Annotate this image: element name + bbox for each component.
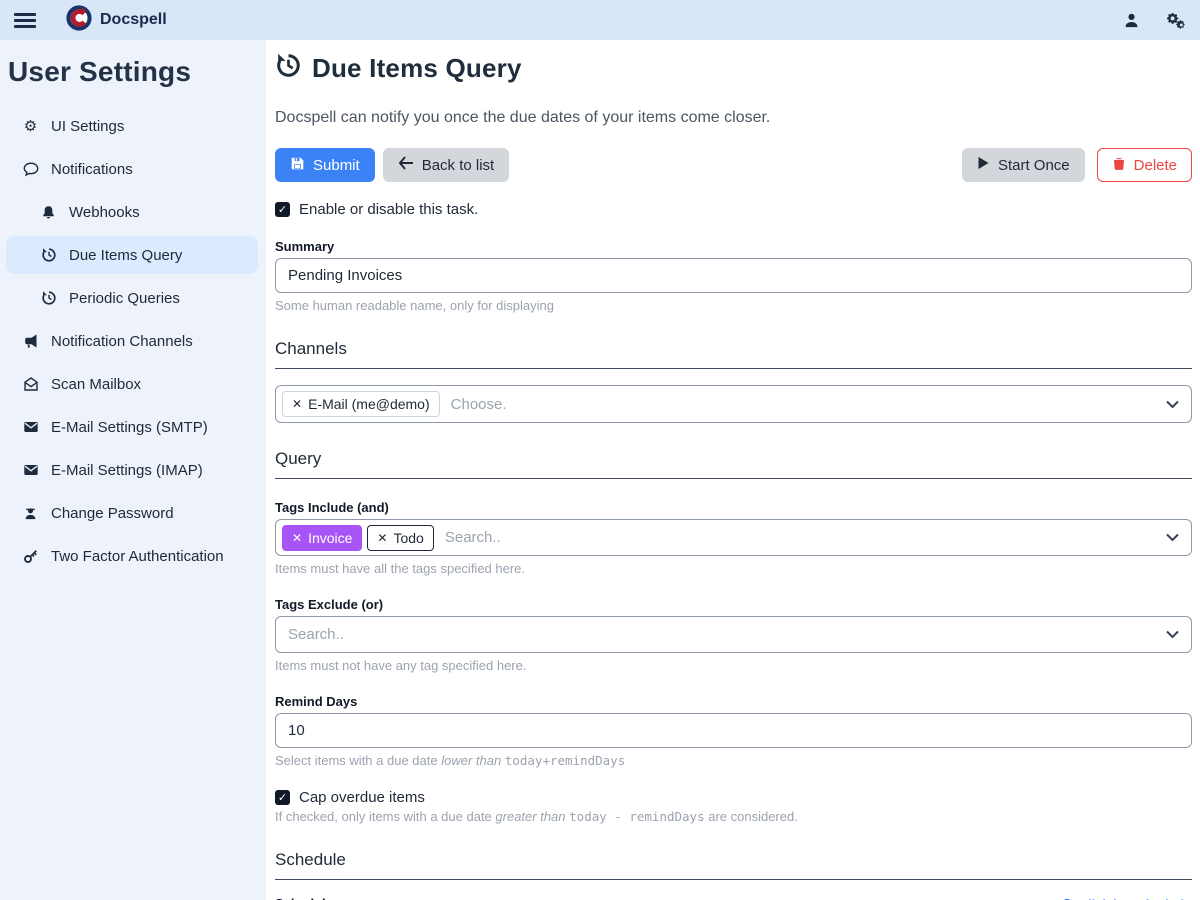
query-header: Query xyxy=(275,449,1192,479)
brand-name: Docspell xyxy=(100,11,167,29)
tags-exclude-placeholder: Search.. xyxy=(288,626,344,643)
bullhorn-icon xyxy=(22,333,39,350)
comment-icon xyxy=(22,161,39,178)
remove-chip-icon[interactable]: ✕ xyxy=(292,531,302,545)
bell-icon xyxy=(40,204,57,221)
enable-task-label: Enable or disable this task. xyxy=(299,201,478,218)
schedule-header: Schedule xyxy=(275,850,1192,880)
schedule-label: Schedule xyxy=(275,896,333,900)
play-icon xyxy=(977,156,990,174)
page: Docspell User Settings ⚙ xyxy=(0,0,1200,900)
tags-exclude-label: Tags Exclude (or) xyxy=(275,597,1192,612)
user-secret-icon xyxy=(22,505,39,522)
top-navbar: Docspell xyxy=(0,0,1200,40)
envelope-icon xyxy=(22,462,39,479)
cap-overdue-hint: If checked, only items with a due date g… xyxy=(275,809,1192,824)
chevron-down-icon[interactable] xyxy=(1166,630,1179,639)
remind-days-label: Remind Days xyxy=(275,694,1192,709)
page-description: Docspell can notify you once the due dat… xyxy=(275,109,1192,127)
remind-days-hint: Select items with a due date lower than … xyxy=(275,753,1192,768)
cap-overdue-checkbox[interactable]: ✓ xyxy=(275,790,290,805)
key-icon xyxy=(22,548,39,565)
user-icon[interactable] xyxy=(1123,12,1140,29)
sidebar: User Settings ⚙ UI Settings Notification… xyxy=(0,40,266,900)
sidebar-item-email-imap[interactable]: E-Mail Settings (IMAP) xyxy=(6,451,258,489)
summary-hint: Some human readable name, only for displ… xyxy=(275,298,1192,313)
summary-input[interactable] xyxy=(275,258,1192,293)
menu-icon[interactable] xyxy=(14,13,36,28)
sidebar-item-change-password[interactable]: Change Password xyxy=(6,494,258,532)
channels-header: Channels xyxy=(275,339,1192,369)
enable-task-checkbox[interactable]: ✓ xyxy=(275,202,290,217)
gear-icon: ⚙ xyxy=(22,118,39,135)
tags-include-label: Tags Include (and) xyxy=(275,500,1192,515)
remove-chip-icon[interactable]: ✕ xyxy=(377,531,387,545)
sidebar-title: User Settings xyxy=(6,48,262,102)
tags-include-hint: Items must have all the tags specified h… xyxy=(275,561,1192,576)
sidebar-item-webhooks[interactable]: Webhooks xyxy=(6,193,258,231)
sidebar-item-two-factor[interactable]: Two Factor Authentication xyxy=(6,537,258,575)
tag-chip-invoice[interactable]: ✕ Invoice xyxy=(282,525,362,551)
tag-chip-todo[interactable]: ✕ Todo xyxy=(367,525,433,551)
envelope-icon xyxy=(22,419,39,436)
gears-icon[interactable] xyxy=(1166,11,1186,29)
sidebar-item-ui-settings[interactable]: ⚙ UI Settings xyxy=(6,107,258,145)
submit-button[interactable]: Submit xyxy=(275,148,375,182)
start-once-button[interactable]: Start Once xyxy=(962,148,1085,182)
sidebar-item-scan-mailbox[interactable]: Scan Mailbox xyxy=(6,365,258,403)
channels-select[interactable]: ✕ E-Mail (me@demo) Choose. xyxy=(275,385,1192,423)
tags-include-placeholder: Search.. xyxy=(445,529,501,546)
arrow-left-icon xyxy=(398,156,414,174)
channels-placeholder: Choose. xyxy=(451,396,507,413)
sidebar-item-email-smtp[interactable]: E-Mail Settings (SMTP) xyxy=(6,408,258,446)
trash-icon xyxy=(1112,156,1126,175)
delete-button[interactable]: Delete xyxy=(1097,148,1192,182)
remind-days-input[interactable] xyxy=(275,713,1192,748)
docspell-logo-icon xyxy=(66,5,92,36)
tags-include-select[interactable]: ✕ Invoice ✕ Todo Search.. xyxy=(275,519,1192,556)
sidebar-item-notification-channels[interactable]: Notification Channels xyxy=(6,322,258,360)
tags-exclude-select[interactable]: Search.. xyxy=(275,616,1192,653)
sidebar-item-notifications[interactable]: Notifications xyxy=(6,150,258,188)
page-title: Due Items Query xyxy=(312,53,522,84)
question-icon: ? xyxy=(1062,896,1071,900)
remove-chip-icon[interactable]: ✕ xyxy=(292,397,302,411)
save-icon xyxy=(290,156,305,175)
schedule-help-link[interactable]: ? Click here for help xyxy=(1062,896,1192,900)
summary-label: Summary xyxy=(275,239,1192,254)
history-icon xyxy=(40,247,57,264)
chevron-down-icon[interactable] xyxy=(1166,533,1179,542)
history-icon xyxy=(275,52,302,84)
tags-exclude-hint: Items must not have any tag specified he… xyxy=(275,658,1192,673)
chevron-down-icon[interactable] xyxy=(1166,400,1179,409)
cap-overdue-label: Cap overdue items xyxy=(299,789,425,806)
sidebar-item-due-items-query[interactable]: Due Items Query xyxy=(6,236,258,274)
sidebar-item-periodic-queries[interactable]: Periodic Queries xyxy=(6,279,258,317)
history-icon xyxy=(40,290,57,307)
brand[interactable]: Docspell xyxy=(66,5,167,36)
channel-chip[interactable]: ✕ E-Mail (me@demo) xyxy=(282,391,440,417)
back-to-list-button[interactable]: Back to list xyxy=(383,148,510,182)
envelope-open-icon xyxy=(22,376,39,393)
main-content: Due Items Query Docspell can notify you … xyxy=(266,40,1200,900)
